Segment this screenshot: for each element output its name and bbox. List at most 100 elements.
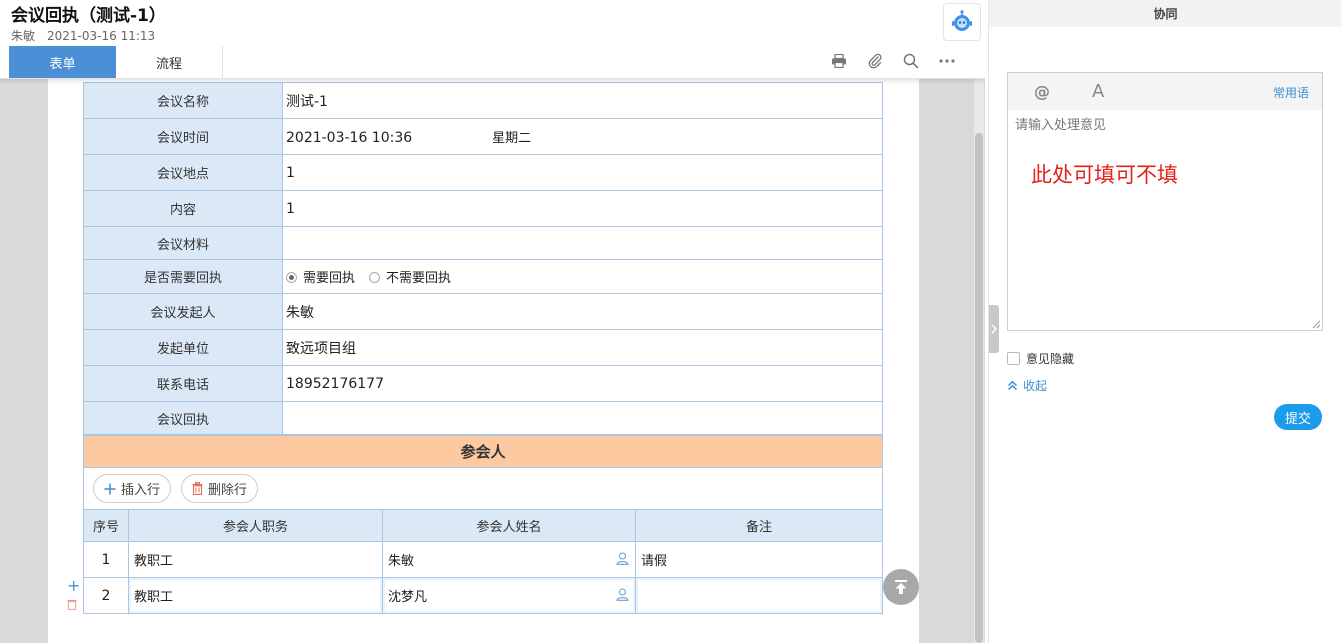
double-chevron-up-icon [1007, 380, 1018, 391]
phone-value[interactable]: 18952176177 [282, 365, 883, 402]
meeting-name-label: 会议名称 [83, 82, 283, 119]
initiator-value[interactable]: 朱敏 [282, 293, 883, 330]
row-delete-icon[interactable] [67, 598, 77, 614]
resize-grip-icon[interactable] [1312, 320, 1321, 329]
form-row-meeting-name: 会议名称 测试-1 [83, 82, 883, 119]
phone-label: 联系电话 [83, 365, 283, 402]
common-phrases-link[interactable]: 常用语 [1273, 84, 1309, 101]
document-header: 会议回执（测试-1） 朱敏 2021-03-16 11:13 表单 流程 [0, 0, 985, 79]
submit-button[interactable]: 提交 [1274, 404, 1322, 430]
search-icon [903, 53, 919, 69]
meeting-form-table: 会议名称 测试-1 会议时间 2021-03-16 10:36 星期二 会议地点 … [83, 82, 883, 435]
attendees-section-header: 参会人 [83, 435, 883, 468]
document-datetime: 2021-03-16 11:13 [47, 29, 156, 43]
need-receipt-option-label[interactable]: 需要回执 [303, 271, 355, 286]
annotation-hint: 此处可填可不填 [1031, 163, 1178, 187]
assistant-robot-button[interactable] [943, 3, 981, 41]
page-title: 会议回执（测试-1） [11, 6, 166, 26]
meeting-name-value[interactable]: 测试-1 [282, 82, 883, 119]
need-receipt-options: 需要回执 不需要回执 [282, 259, 883, 294]
meeting-time-field[interactable]: 2021-03-16 10:36 星期二 [282, 118, 883, 155]
robot-icon [952, 10, 972, 31]
row-add-icon[interactable]: + [67, 578, 80, 594]
name-cell[interactable]: 沈梦凡 [382, 577, 636, 614]
font-format-icon[interactable]: A [1092, 81, 1104, 102]
radio-need-receipt[interactable] [286, 272, 297, 283]
collapse-link[interactable]: 收起 [1007, 377, 1047, 394]
form-row-meeting-time: 会议时间 2021-03-16 10:36 星期二 [83, 118, 883, 155]
form-row-meeting-place: 会议地点 1 [83, 154, 883, 191]
opinion-toolbar: @ A 常用语 [1008, 73, 1322, 110]
chevron-right-icon [991, 324, 997, 334]
initiator-label: 会议发起人 [83, 293, 283, 330]
form-pane: 会议回执（测试-1） 朱敏 2021-03-16 11:13 表单 流程 会议名… [0, 0, 985, 643]
form-row-unit: 发起单位 致远项目组 [83, 329, 883, 366]
delete-row-label: 删除行 [208, 483, 248, 498]
meeting-place-value[interactable]: 1 [282, 154, 883, 191]
attachment-icon [868, 53, 882, 69]
column-header-position: 参会人职务 [128, 509, 383, 542]
delete-row-button[interactable]: 删除行 [181, 474, 259, 503]
trash-icon [192, 482, 203, 495]
meeting-time-label: 会议时间 [83, 118, 283, 155]
no-receipt-option-label[interactable]: 不需要回执 [386, 271, 451, 286]
column-header-name: 参会人姓名 [382, 509, 636, 542]
more-icon [939, 59, 955, 63]
search-button[interactable] [901, 51, 921, 71]
form-row-materials: 会议材料 [83, 226, 883, 260]
checkbox-icon[interactable] [1007, 352, 1020, 365]
opinion-editor[interactable]: @ A 常用语 请输入处理意见 此处可填可不填 [1007, 72, 1323, 331]
receipt-value[interactable] [282, 401, 883, 435]
form-row-initiator: 会议发起人 朱敏 [83, 293, 883, 330]
radio-no-receipt[interactable] [369, 272, 381, 283]
meeting-weekday: 星期二 [492, 131, 532, 146]
plus-icon [104, 483, 116, 495]
hide-opinion-checkbox[interactable]: 意见隐藏 [1007, 350, 1074, 367]
back-to-top-button[interactable] [883, 569, 919, 605]
note-cell[interactable] [635, 577, 883, 614]
row-index: 2 [83, 577, 129, 614]
side-panel-title: 协同 [989, 0, 1341, 27]
mention-at-icon[interactable]: @ [1034, 82, 1050, 101]
arrow-up-icon [895, 580, 907, 594]
panel-collapse-handle[interactable] [989, 305, 999, 353]
form-row-receipt: 会议回执 [83, 401, 883, 435]
form-row-need-receipt: 是否需要回执 需要回执 不需要回执 [83, 259, 883, 294]
receipt-label: 会议回执 [83, 401, 283, 435]
side-panel: 协同 @ A 常用语 请输入处理意见 此处可填可不填 意见隐藏 收起 提交 [988, 0, 1341, 643]
tab-form[interactable]: 表单 [9, 46, 116, 78]
row-index: 1 [83, 541, 129, 578]
materials-value[interactable] [282, 226, 883, 260]
column-header-note: 备注 [635, 509, 883, 542]
column-header-index: 序号 [83, 509, 129, 542]
table-row: 1 教职工 朱敏 请假 [83, 541, 883, 578]
person-select-icon[interactable] [616, 588, 629, 605]
note-cell[interactable]: 请假 [635, 541, 883, 578]
position-cell[interactable]: 教职工 [128, 541, 383, 578]
unit-label: 发起单位 [83, 329, 283, 366]
need-receipt-label: 是否需要回执 [83, 259, 283, 294]
print-icon [832, 54, 846, 68]
content-value[interactable]: 1 [282, 190, 883, 227]
vertical-scrollbar[interactable] [974, 79, 984, 643]
form-row-phone: 联系电话 18952176177 [83, 365, 883, 402]
opinion-placeholder[interactable]: 请输入处理意见 [1015, 114, 1106, 133]
insert-row-button[interactable]: 插入行 [93, 474, 172, 503]
content-label: 内容 [83, 190, 283, 227]
collapse-label: 收起 [1023, 379, 1048, 393]
attachment-button[interactable] [865, 51, 885, 71]
unit-value[interactable]: 致远项目组 [282, 329, 883, 366]
position-cell[interactable]: 教职工 [128, 577, 383, 614]
print-button[interactable] [829, 51, 849, 71]
table-row: 2 教职工 沈梦凡 [83, 577, 883, 614]
tab-flow[interactable]: 流程 [116, 46, 223, 78]
materials-label: 会议材料 [83, 226, 283, 260]
person-select-icon[interactable] [616, 552, 629, 569]
hide-opinion-label: 意见隐藏 [1026, 352, 1075, 366]
name-cell[interactable]: 朱敏 [382, 541, 636, 578]
scrollbar-thumb[interactable] [975, 133, 983, 643]
name-value: 朱敏 [388, 554, 415, 569]
more-button[interactable] [937, 51, 957, 71]
insert-row-label: 插入行 [121, 483, 161, 498]
author-name: 朱敏 [11, 29, 36, 43]
